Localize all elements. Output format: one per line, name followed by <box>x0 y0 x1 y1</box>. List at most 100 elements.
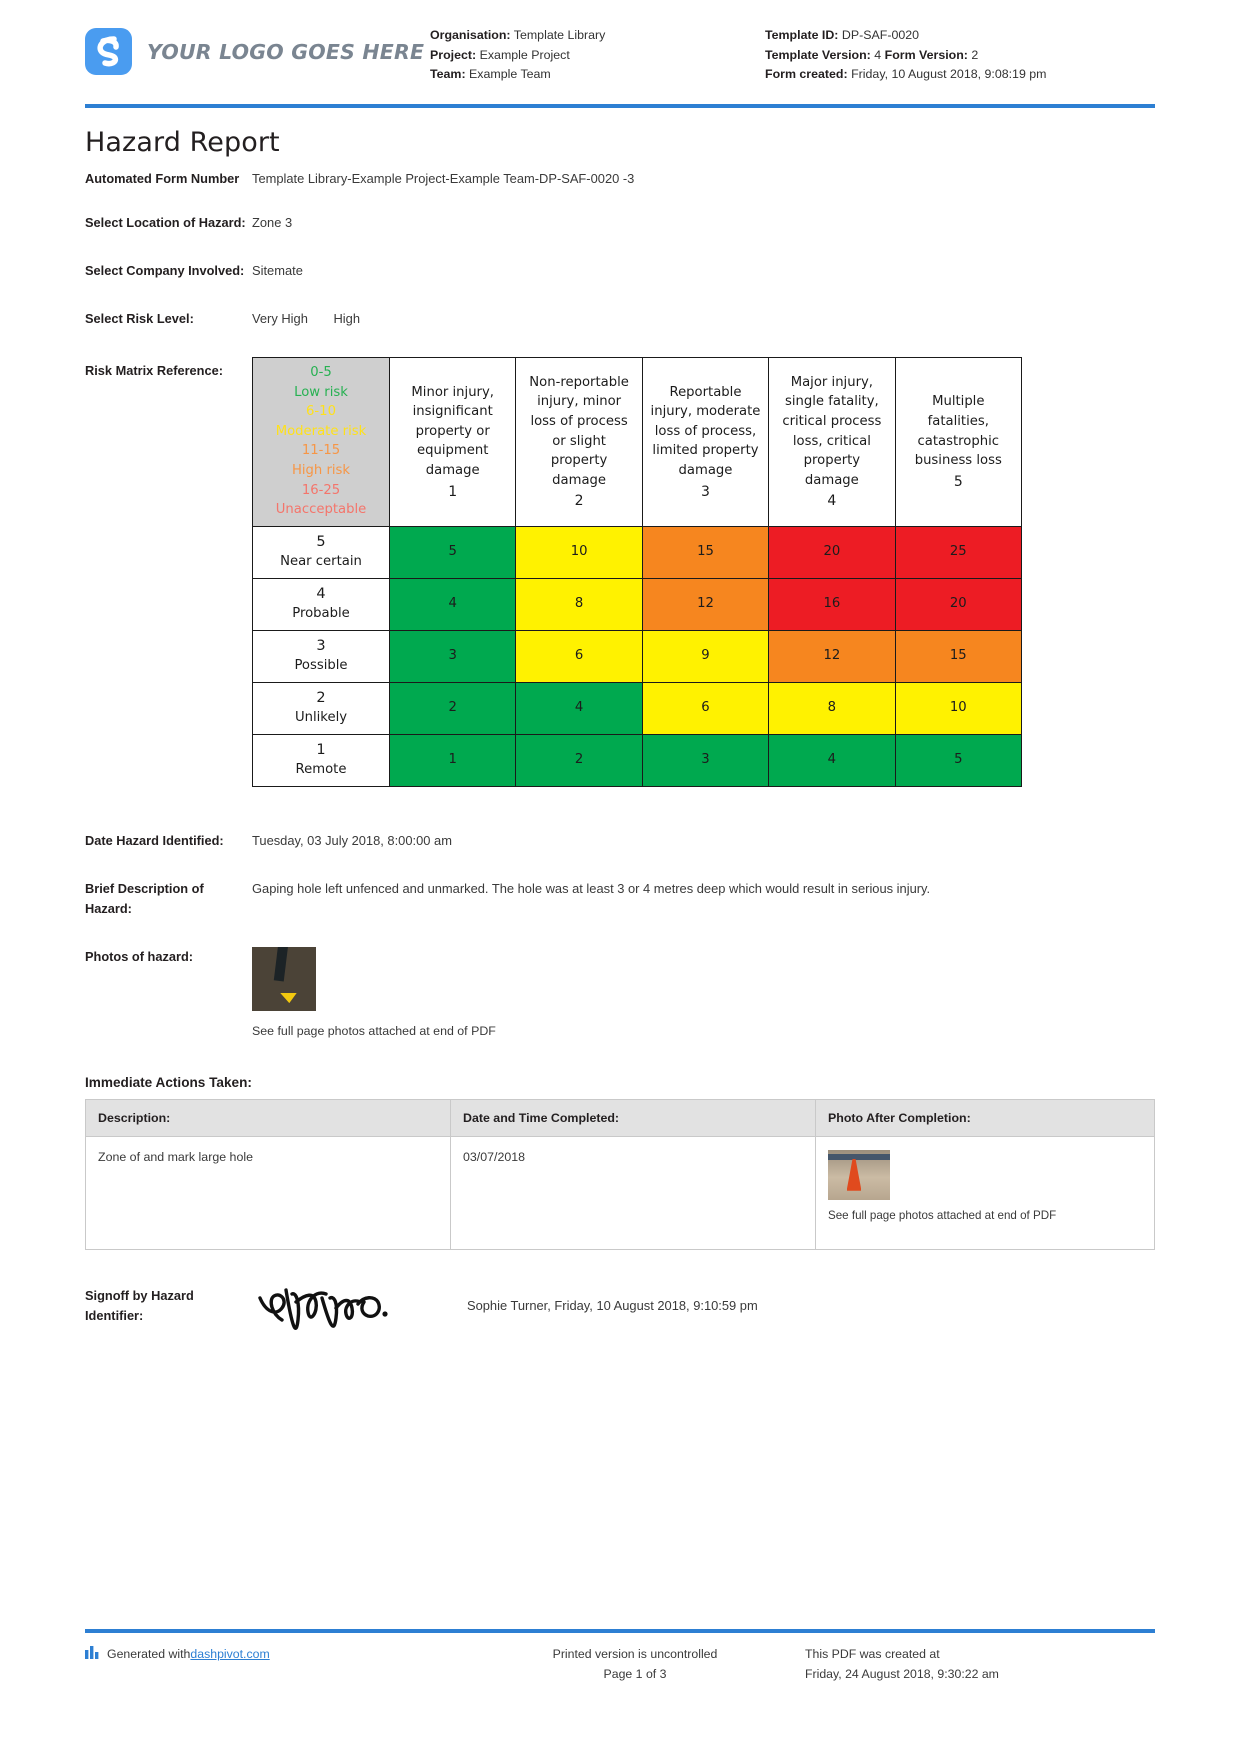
legend-range-1: 6-10 <box>306 404 336 420</box>
consequence-number: 4 <box>827 493 837 510</box>
footer-generated-with: Generated with dashpivot.com <box>85 1644 465 1684</box>
field-automated-form-number: Automated Form Number Template Library-E… <box>85 169 1155 189</box>
legend-range-2: 11-15 <box>301 443 341 459</box>
matrix-cell: 2 <box>388 681 517 735</box>
header-divider <box>85 104 1155 108</box>
risk-matrix-section: Risk Matrix Reference: 0-5 Low risk 6-10… <box>85 357 1155 787</box>
field-label: Photos of hazard: <box>85 948 194 964</box>
risk-legend-cell: 0-5 Low risk 6-10 Moderate risk 11-15 Hi… <box>252 357 390 527</box>
field-label: Automated Form Number <box>85 171 240 186</box>
document-footer: Generated with dashpivot.com Printed ver… <box>85 1625 1155 1684</box>
likelihood-name: Probable <box>292 606 350 622</box>
field-risk-level: Select Risk Level: Very High High <box>85 309 1155 329</box>
field-photos-of-hazard: Photos of hazard: See full page photos a… <box>85 946 1155 1041</box>
matrix-likelihood-header: 3 Possible <box>252 629 390 683</box>
field-brief-description: Brief Description of Hazard: Gaping hole… <box>85 879 1155 919</box>
matrix-header-row: 0-5 Low risk 6-10 Moderate risk 11-15 Hi… <box>252 357 1023 527</box>
photo-bar-shape <box>828 1153 890 1160</box>
consequence-text: Major injury, single fatality, critical … <box>782 374 882 488</box>
matrix-cell: 3 <box>641 733 770 787</box>
risk-level-value-2: High <box>333 311 360 326</box>
consequence-number: 2 <box>574 493 584 510</box>
column-header-date-completed: Date and Time Completed: <box>450 1098 816 1137</box>
matrix-cell: 15 <box>641 525 770 579</box>
matrix-cell: 12 <box>641 577 770 631</box>
logo-block: YOUR LOGO GOES HERE <box>85 22 430 75</box>
matrix-consequence-header: Reportable injury, moderate loss of proc… <box>641 357 770 527</box>
meta-team: Team: Example Team <box>430 65 765 85</box>
matrix-likelihood-header: 5 Near certain <box>252 525 390 579</box>
matrix-cell: 5 <box>894 733 1023 787</box>
matrix-cell: 12 <box>768 629 896 683</box>
field-value: Sitemate <box>252 263 303 278</box>
matrix-row: 2 Unlikely 2 4 6 8 10 <box>252 681 1023 735</box>
meta-form-version-value: 2 <box>971 47 979 62</box>
matrix-likelihood-header: 1 Remote <box>252 733 390 787</box>
matrix-cell: 16 <box>768 577 896 631</box>
matrix-cell: 8 <box>768 681 896 735</box>
matrix-likelihood-header: 4 Probable <box>252 577 390 631</box>
footer-generated-text: Generated with <box>107 1647 191 1661</box>
meta-form-created-label: Form created: <box>765 67 848 81</box>
header-meta-left: Organisation: Template Library Project: … <box>430 22 765 85</box>
field-label: Select Company Involved: <box>85 263 245 278</box>
cell-photo-after: See full page photos attached at end of … <box>815 1135 1155 1250</box>
meta-form-created-value: Friday, 10 August 2018, 9:08:19 pm <box>851 67 1047 81</box>
matrix-consequence-header: Major injury, single fatality, critical … <box>768 357 896 527</box>
cell-date-completed: 03/07/2018 <box>450 1135 816 1250</box>
bar-chart-icon <box>85 1645 100 1665</box>
consequence-number: 3 <box>701 483 710 500</box>
matrix-cell: 20 <box>894 577 1023 631</box>
field-value: See full page photos attached at end of … <box>252 946 1155 1041</box>
meta-versions: Template Version: 4 Form Version: 2 <box>765 46 1125 66</box>
matrix-cell: 10 <box>894 681 1023 735</box>
matrix-cell: 8 <box>515 577 643 631</box>
meta-project: Project: Example Project <box>430 46 765 66</box>
likelihood-name: Unlikely <box>294 710 348 726</box>
meta-team-label: Team: <box>430 67 466 81</box>
footer-page-number: Page 1 of 3 <box>603 1667 667 1681</box>
action-photo-thumbnail[interactable] <box>828 1149 890 1200</box>
lower-fields: Date Hazard Identified: Tuesday, 03 July… <box>85 831 1155 1041</box>
footer-created-value: Friday, 24 August 2018, 9:30:22 am <box>805 1667 999 1681</box>
matrix-cell: 20 <box>768 525 896 579</box>
matrix-row: 3 Possible 3 6 9 12 15 <box>252 629 1023 683</box>
risk-matrix-label: Risk Matrix Reference: <box>85 363 223 378</box>
meta-form-created: Form created: Friday, 10 August 2018, 9:… <box>765 65 1125 85</box>
dashpivot-link[interactable]: dashpivot.com <box>190 1644 269 1664</box>
hazard-photo-thumbnail[interactable] <box>252 946 316 1011</box>
risk-matrix-table: 0-5 Low risk 6-10 Moderate risk 11-15 Hi… <box>252 357 1023 787</box>
company-logo-icon <box>85 28 132 75</box>
field-company-involved: Select Company Involved: Sitemate <box>85 261 1155 281</box>
likelihood-name: Near certain <box>280 554 362 570</box>
document-page: YOUR LOGO GOES HERE Organisation: Templa… <box>0 0 1240 1754</box>
matrix-cell: 4 <box>768 733 896 787</box>
matrix-cell: 25 <box>894 525 1023 579</box>
field-value: Template Library-Example Project-Example… <box>252 171 635 186</box>
matrix-consequence-header: Minor injury, insignificant property or … <box>388 357 517 527</box>
field-location-of-hazard: Select Location of Hazard: Zone 3 <box>85 213 1155 233</box>
meta-template-id: Template ID: DP-SAF-0020 <box>765 26 1125 46</box>
legend-name-3: Unacceptable <box>275 502 367 518</box>
matrix-cell: 6 <box>515 629 643 683</box>
photo-marker-shape <box>280 992 297 1004</box>
action-photo-caption: See full page photos attached at end of … <box>828 1208 1057 1222</box>
field-label: Brief Description of Hazard: <box>85 880 204 916</box>
legend-range-0: 0-5 <box>310 365 332 380</box>
footer-created-label: This PDF was created at <box>805 1647 940 1661</box>
matrix-consequence-header: Multiple fatalities, catastrophic busine… <box>894 357 1023 527</box>
consequence-text: Non-reportable injury, minor loss of pro… <box>529 374 629 488</box>
meta-template-id-label: Template ID: <box>765 28 839 42</box>
legend-name-1: Moderate risk <box>275 423 367 439</box>
column-header-photo-after: Photo After Completion: <box>815 1098 1155 1137</box>
field-value: Tuesday, 03 July 2018, 8:00:00 am <box>252 832 452 848</box>
legend-name-0: Low risk <box>294 384 348 400</box>
meta-project-value: Example Project <box>479 47 570 62</box>
consequence-text: Multiple fatalities, catastrophic busine… <box>914 394 1002 469</box>
table-row: Zone of and mark large hole 03/07/2018 S… <box>85 1135 1155 1250</box>
matrix-row: 1 Remote 1 2 3 4 5 <box>252 733 1023 787</box>
hazard-photo-caption: See full page photos attached at end of … <box>252 1023 496 1038</box>
likelihood-name: Remote <box>295 762 347 778</box>
field-value: Zone 3 <box>252 215 293 230</box>
logo-text: YOUR LOGO GOES HERE <box>147 39 425 64</box>
